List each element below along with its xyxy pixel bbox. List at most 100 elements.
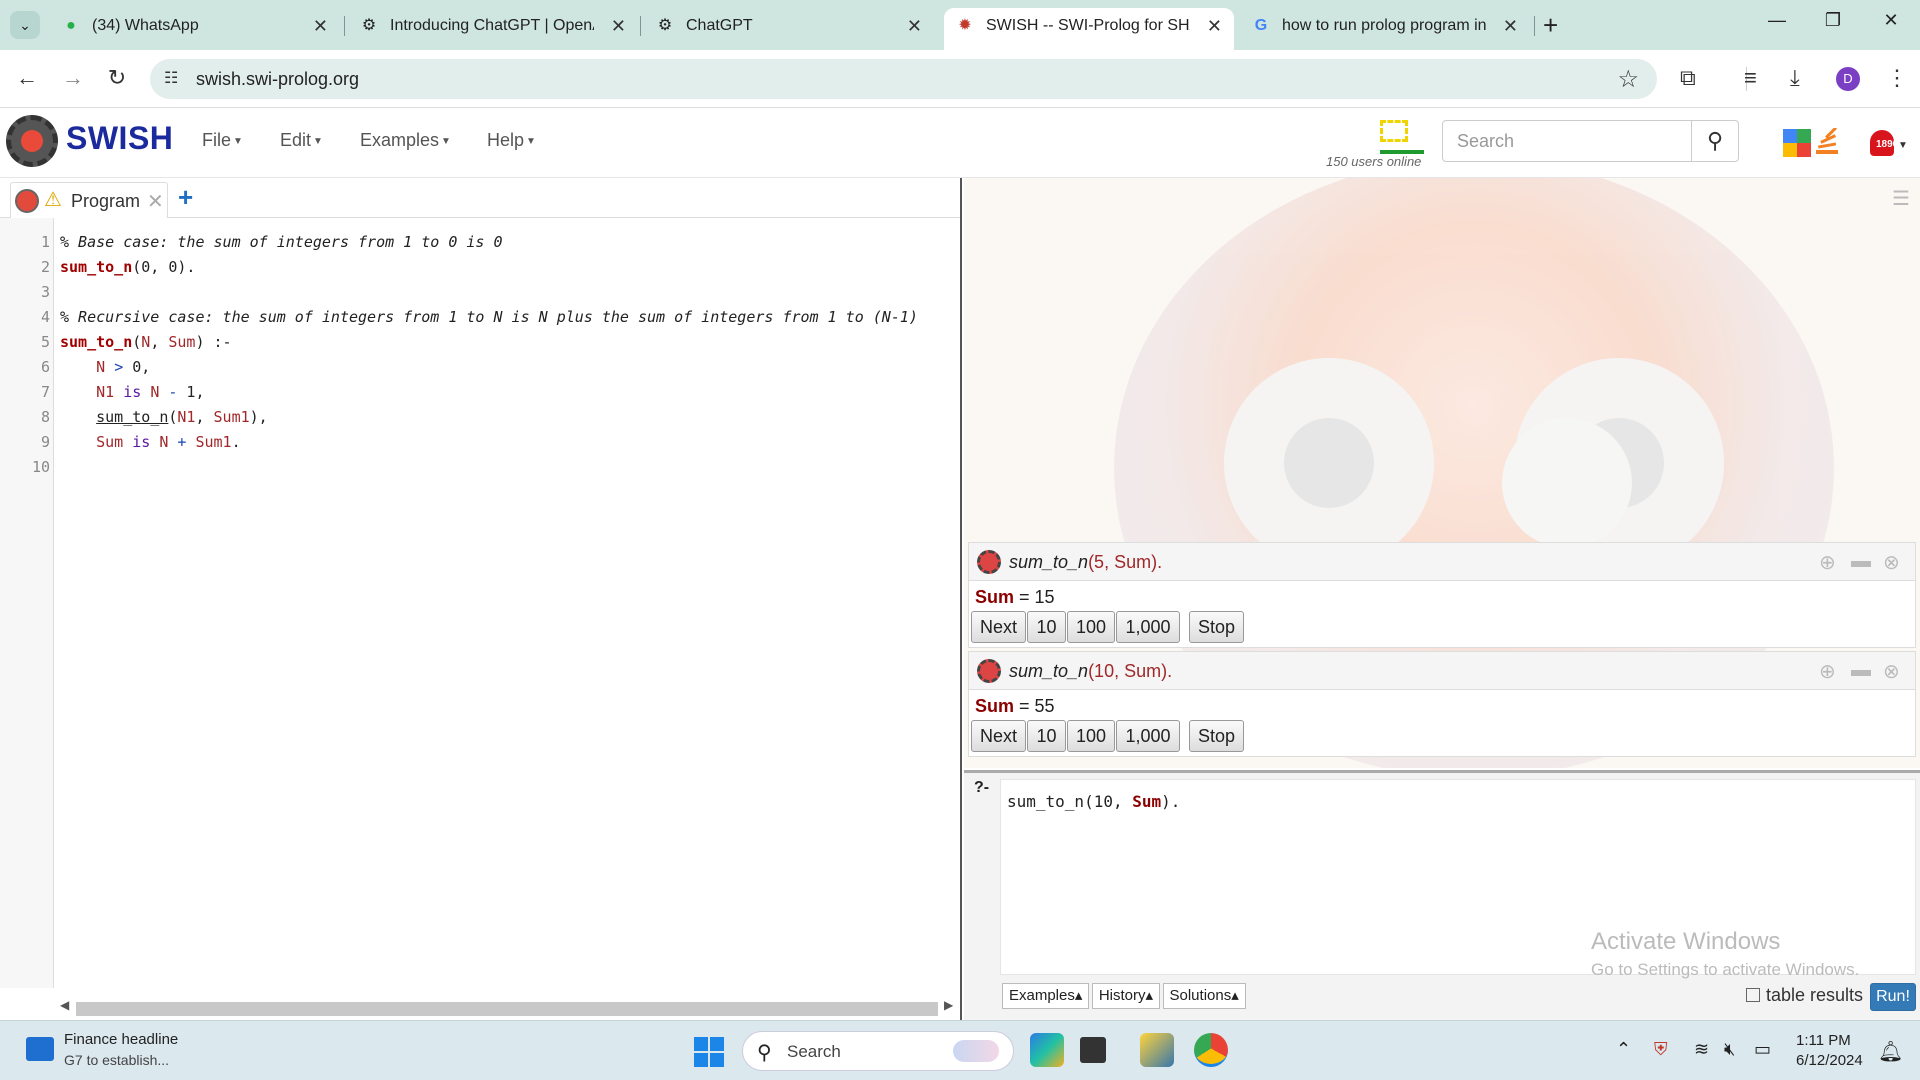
next-100-button[interactable]: 100 [1066,720,1115,752]
table-results-toggle[interactable]: table results [1746,985,1863,1006]
hamburger-menu-icon[interactable]: ☰ [1892,186,1910,211]
browser-tab-strip: ⌄ ● (34) WhatsApp ✕ ⚙ Introducing ChatGP… [0,0,1920,50]
close-circle-icon[interactable]: ⊗ [1883,659,1900,684]
security-icon[interactable]: ⛨ [1654,1039,1668,1060]
battery-icon[interactable]: ▭ [1754,1039,1771,1060]
run-button[interactable]: Run! [1870,983,1916,1011]
chrome-icon[interactable] [1194,1033,1228,1067]
next-10-button[interactable]: 10 [1027,720,1066,752]
back-arrow-icon[interactable]: ← [12,63,42,93]
windows-start-icon[interactable] [694,1037,724,1067]
caret-down-icon: ▼ [526,135,536,147]
file-explorer-icon[interactable] [1080,1037,1106,1063]
browser-tab-google[interactable]: G how to run prolog program in s ✕ [1240,8,1530,50]
search-button[interactable]: ⚲ [1691,120,1739,162]
new-tab-button[interactable]: + [1543,12,1558,38]
close-tab-icon[interactable]: ✕ [907,14,922,38]
browser-tab-chatgpt[interactable]: ⚙ ChatGPT ✕ [644,8,934,50]
more-menu-icon[interactable]: ⋮ [1886,64,1908,92]
reload-icon[interactable]: ↻ [102,63,132,93]
download-circle-icon[interactable]: ⊕ [1819,659,1836,684]
close-tab-icon[interactable]: ✕ [611,14,626,38]
stackoverflow-icon[interactable] [1812,128,1842,158]
search-input[interactable] [1442,120,1692,162]
google-icon: G [1254,17,1268,34]
swish-brand[interactable]: SWISH [66,120,173,157]
close-circle-icon[interactable]: ⊗ [1883,550,1900,575]
menu-examples[interactable]: Examples ▼ [360,130,451,151]
restore-button[interactable]: ❐ [1818,10,1848,31]
menu-help[interactable]: Help ▼ [487,130,536,151]
checkbox[interactable] [1746,988,1760,1002]
clock-date[interactable]: 6/12/2024 [1796,1052,1863,1069]
bookmark-star-icon[interactable]: ☆ [1617,65,1639,94]
google-login-icon[interactable] [1782,128,1812,158]
minimize-icon[interactable]: ▬ [1851,659,1871,682]
line-number: 6 [40,358,50,376]
close-tab-icon[interactable]: ✕ [1503,14,1518,38]
scroll-right-icon[interactable]: ▶ [944,998,953,1012]
download-icon[interactable]: ⤓ [1790,64,1800,92]
horizontal-scrollbar[interactable]: ◀ ▶ [56,998,956,1016]
tab-program[interactable]: ⚠ Program ✕ [10,182,168,218]
stop-button[interactable]: Stop [1188,720,1244,752]
widget-subtext[interactable]: G7 to establish... [64,1052,169,1068]
taskbar-search[interactable]: ⚲ Search [742,1031,1014,1071]
copilot-icon[interactable] [1030,1033,1064,1067]
close-tab-icon[interactable]: ✕ [1207,14,1222,38]
site-info-icon[interactable]: ☷ [164,68,178,88]
code-editor[interactable]: 1 % Base case: the sum of integers from 1… [0,230,960,480]
next-1000-button[interactable]: 1,000 [1116,720,1180,752]
solution-binding: Sum = 55 [975,696,1055,716]
address-bar[interactable]: ☷ swish.swi-prolog.org ☆ [150,59,1657,99]
solutions-dropdown[interactable]: Solutions▴ [1162,983,1246,1009]
speaker-muted-icon[interactable]: 🔇︎ [1724,1039,1735,1060]
notification-bell-icon[interactable]: 🔔︎ [1878,1039,1903,1064]
download-circle-icon[interactable]: ⊕ [1819,550,1836,575]
examples-dropdown[interactable]: Examples▴ [1002,983,1090,1009]
scroll-left-icon[interactable]: ◀ [60,998,69,1012]
chevron-up-icon[interactable]: ⌃ [1616,1039,1631,1060]
tab-search-button[interactable]: ⌄ [10,11,40,39]
close-tab-icon[interactable]: ✕ [313,14,328,38]
menu-file[interactable]: File ▼ [202,130,243,151]
watermark-subtitle: Go to Settings to activate Windows. [1591,960,1860,979]
wifi-icon[interactable]: ≋ [1694,1039,1709,1060]
python-icon[interactable] [1140,1033,1174,1067]
minimize-icon[interactable]: ▬ [1851,550,1871,573]
browser-tab-whatsapp[interactable]: ● (34) WhatsApp ✕ [50,8,340,50]
code-text: % Base case: the sum of integers from 1 … [60,233,503,251]
query-tabs: Examples▴ History▴ Solutions▴ [1002,983,1246,1009]
swish-query-icon [977,550,1001,574]
scrollbar-thumb[interactable] [76,1002,938,1016]
add-tab-button[interactable]: + [178,182,193,213]
solution-binding: Sum = 15 [975,587,1055,607]
menu-edit[interactable]: Edit ▼ [280,130,323,151]
next-button[interactable]: Next [971,720,1027,752]
clock-time[interactable]: 1:11 PM [1796,1032,1851,1049]
extensions-icon[interactable]: ⧉ [1680,64,1696,92]
user-presence-icon[interactable] [1380,120,1424,154]
swish-logo-icon[interactable] [6,115,58,167]
close-window-button[interactable]: ✕ [1876,10,1906,31]
news-widget-icon[interactable] [26,1037,54,1061]
next-100-button[interactable]: 100 [1066,611,1115,643]
owl-eye [1224,358,1434,568]
minimize-button[interactable]: — [1762,10,1792,31]
close-tab-icon[interactable]: ✕ [147,189,164,214]
profile-avatar[interactable]: D [1836,67,1860,91]
stop-button[interactable]: Stop [1188,611,1244,643]
browser-tab-openai[interactable]: ⚙ Introducing ChatGPT | OpenAI ✕ [348,8,638,50]
browser-tab-swish[interactable]: ✹ SWISH -- SWI-Prolog for SHARing ✕ [944,8,1234,50]
forward-arrow-icon[interactable]: → [58,63,88,93]
query-editor[interactable]: sum_to_n(10, Sum). Activate Windows Go t… [1000,779,1916,979]
query-text: sum_to_n(10, Sum). [1007,792,1181,811]
history-dropdown[interactable]: History▴ [1091,983,1161,1009]
media-control-icon[interactable]: ≡ [1744,64,1757,92]
next-10-button[interactable]: 10 [1027,611,1066,643]
code-line: 1 % Base case: the sum of integers from 1… [0,230,960,255]
next-button[interactable]: Next [971,611,1027,643]
widget-headline[interactable]: Finance headline [64,1031,178,1048]
notifications-button[interactable]: 1896 ▼ [1868,130,1908,162]
next-1000-button[interactable]: 1,000 [1116,611,1180,643]
